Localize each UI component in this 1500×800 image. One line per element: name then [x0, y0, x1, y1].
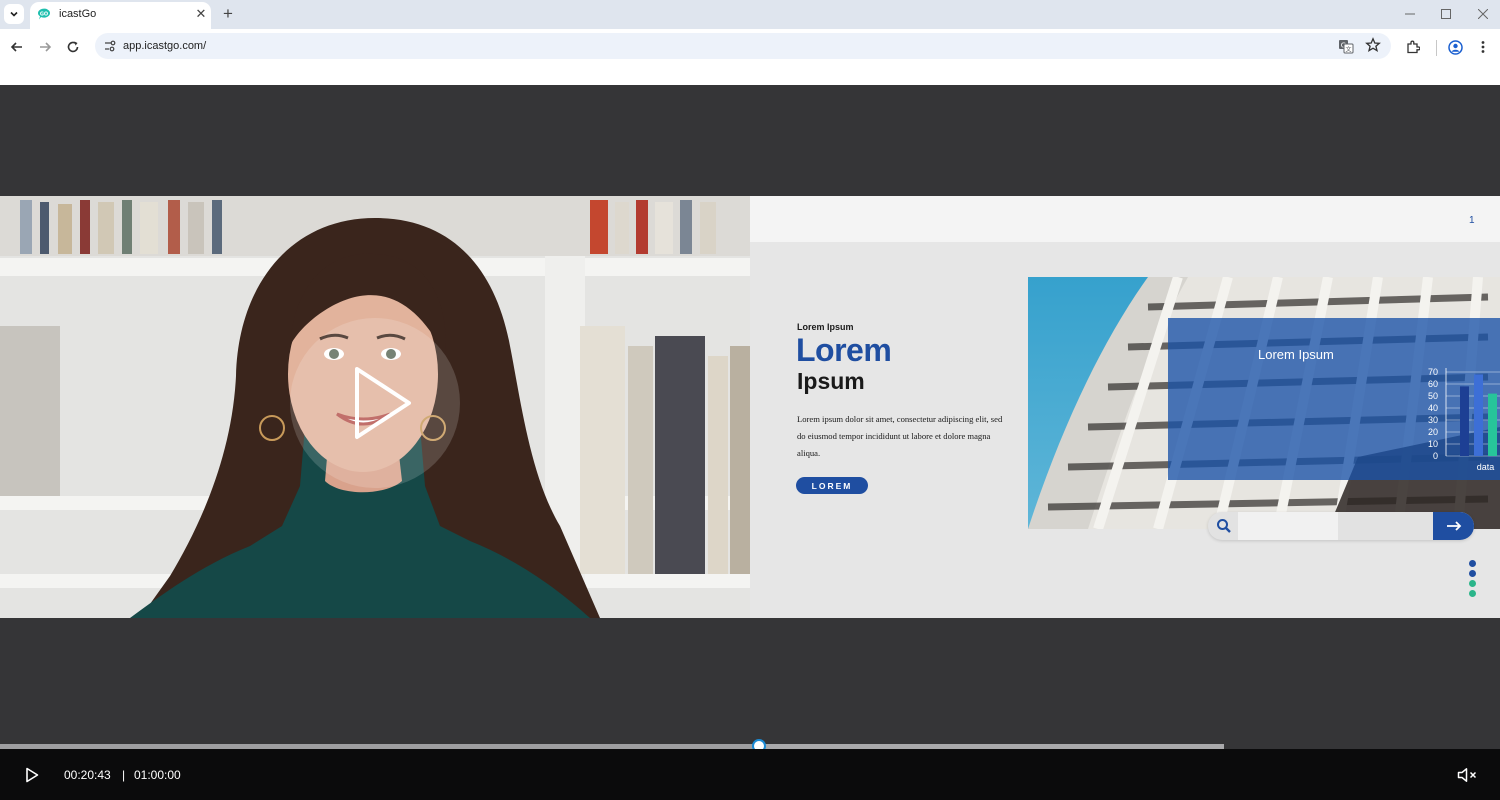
url-text: app.icastgo.com/ [123, 40, 207, 52]
play-button[interactable] [23, 766, 41, 784]
svg-text:GO: GO [40, 11, 48, 17]
translate-icon[interactable]: G 文 [1338, 38, 1354, 54]
slide-pagination-dots [1468, 560, 1478, 602]
chevron-down-icon [10, 11, 18, 17]
site-info-icon[interactable] [101, 37, 119, 55]
svg-text:文: 文 [1345, 46, 1351, 54]
forward-arrow-icon[interactable] [36, 38, 54, 56]
search-icon[interactable] [1216, 518, 1232, 534]
chart-panel: Lorem Ipsum 010203040506070datadata [1168, 318, 1500, 480]
slide-number: 1 [1469, 215, 1475, 226]
chart-bar [1488, 393, 1497, 456]
browser-toolbar: app.icastgo.com/ G 文 [0, 29, 1500, 65]
chart-y-tick-label: 10 [1428, 439, 1438, 449]
pagination-dot[interactable] [1469, 590, 1476, 597]
mute-button[interactable] [1456, 766, 1480, 784]
total-time: 01:00:00 [134, 768, 181, 782]
bookmark-star-icon[interactable] [1365, 37, 1381, 53]
minimize-icon[interactable] [1398, 4, 1422, 24]
pagination-dot[interactable] [1469, 580, 1476, 587]
slide-title-line1: Lorem [796, 332, 892, 368]
chart-y-tick-label: 20 [1428, 427, 1438, 437]
pagination-dot[interactable] [1469, 560, 1476, 567]
icastgo-favicon-icon: GO [37, 8, 50, 20]
chart-y-tick-label: 50 [1428, 391, 1438, 401]
chart-y-tick-label: 30 [1428, 415, 1438, 425]
bar-chart: 010203040506070datadata [1428, 367, 1500, 472]
chart-y-tick-label: 70 [1428, 367, 1438, 377]
chart-bar [1460, 386, 1469, 456]
current-time: 00:20:43 [64, 768, 111, 782]
profile-avatar-icon[interactable] [1446, 38, 1464, 56]
chart-y-tick-label: 60 [1428, 379, 1438, 389]
presenter-video[interactable] [0, 196, 750, 618]
close-window-icon[interactable] [1471, 4, 1495, 24]
play-triangle-icon [355, 367, 411, 439]
volume-muted-icon [1457, 768, 1477, 782]
slide-cta-button[interactable]: LOREM [796, 477, 868, 494]
chart-y-tick-label: 40 [1428, 403, 1438, 413]
player-control-bar: 00:20:43 | 01:00:00 [0, 749, 1500, 800]
back-arrow-icon[interactable] [8, 38, 26, 56]
search-submit-button[interactable] [1433, 512, 1474, 540]
chart-bar [1474, 374, 1483, 456]
maximize-icon[interactable] [1434, 4, 1458, 24]
pagination-dot[interactable] [1469, 570, 1476, 577]
browser-tab[interactable]: GO icastGo ✕ [30, 2, 211, 29]
slide-title-line2: Ipsum [797, 368, 865, 394]
browser-menu-icon[interactable] [1474, 38, 1492, 56]
slide-header-band [750, 196, 1500, 242]
time-separator: | [122, 768, 126, 782]
reload-icon[interactable] [64, 38, 82, 56]
video-play-overlay[interactable] [290, 318, 460, 488]
slide-body-text: Lorem ipsum dolor sit amet, consectetur … [797, 414, 1003, 458]
address-bar[interactable]: app.icastgo.com/ G 文 [95, 33, 1391, 59]
search-bar [1208, 512, 1474, 540]
page-header-strip [0, 65, 1500, 85]
tab-title: icastGo [59, 8, 97, 20]
arrow-right-icon [1446, 521, 1461, 531]
close-tab-icon[interactable]: ✕ [193, 6, 209, 22]
presentation-slide: 1 Lorem Ipsum Lorem Ipsum Lorem ipsum do… [750, 196, 1500, 618]
chart-y-tick-label: 0 [1433, 451, 1438, 461]
search-input[interactable] [1238, 512, 1338, 540]
new-tab-button[interactable]: + [219, 4, 237, 23]
chart-category-label: data [1477, 462, 1495, 472]
toolbar-divider [1436, 40, 1437, 56]
slide-kicker: Lorem Ipsum [797, 322, 854, 332]
play-icon [26, 767, 39, 783]
extensions-icon[interactable] [1404, 38, 1422, 56]
browser-tab-strip: GO icastGo ✕ + [0, 0, 1500, 29]
tab-search-button[interactable] [4, 4, 24, 24]
